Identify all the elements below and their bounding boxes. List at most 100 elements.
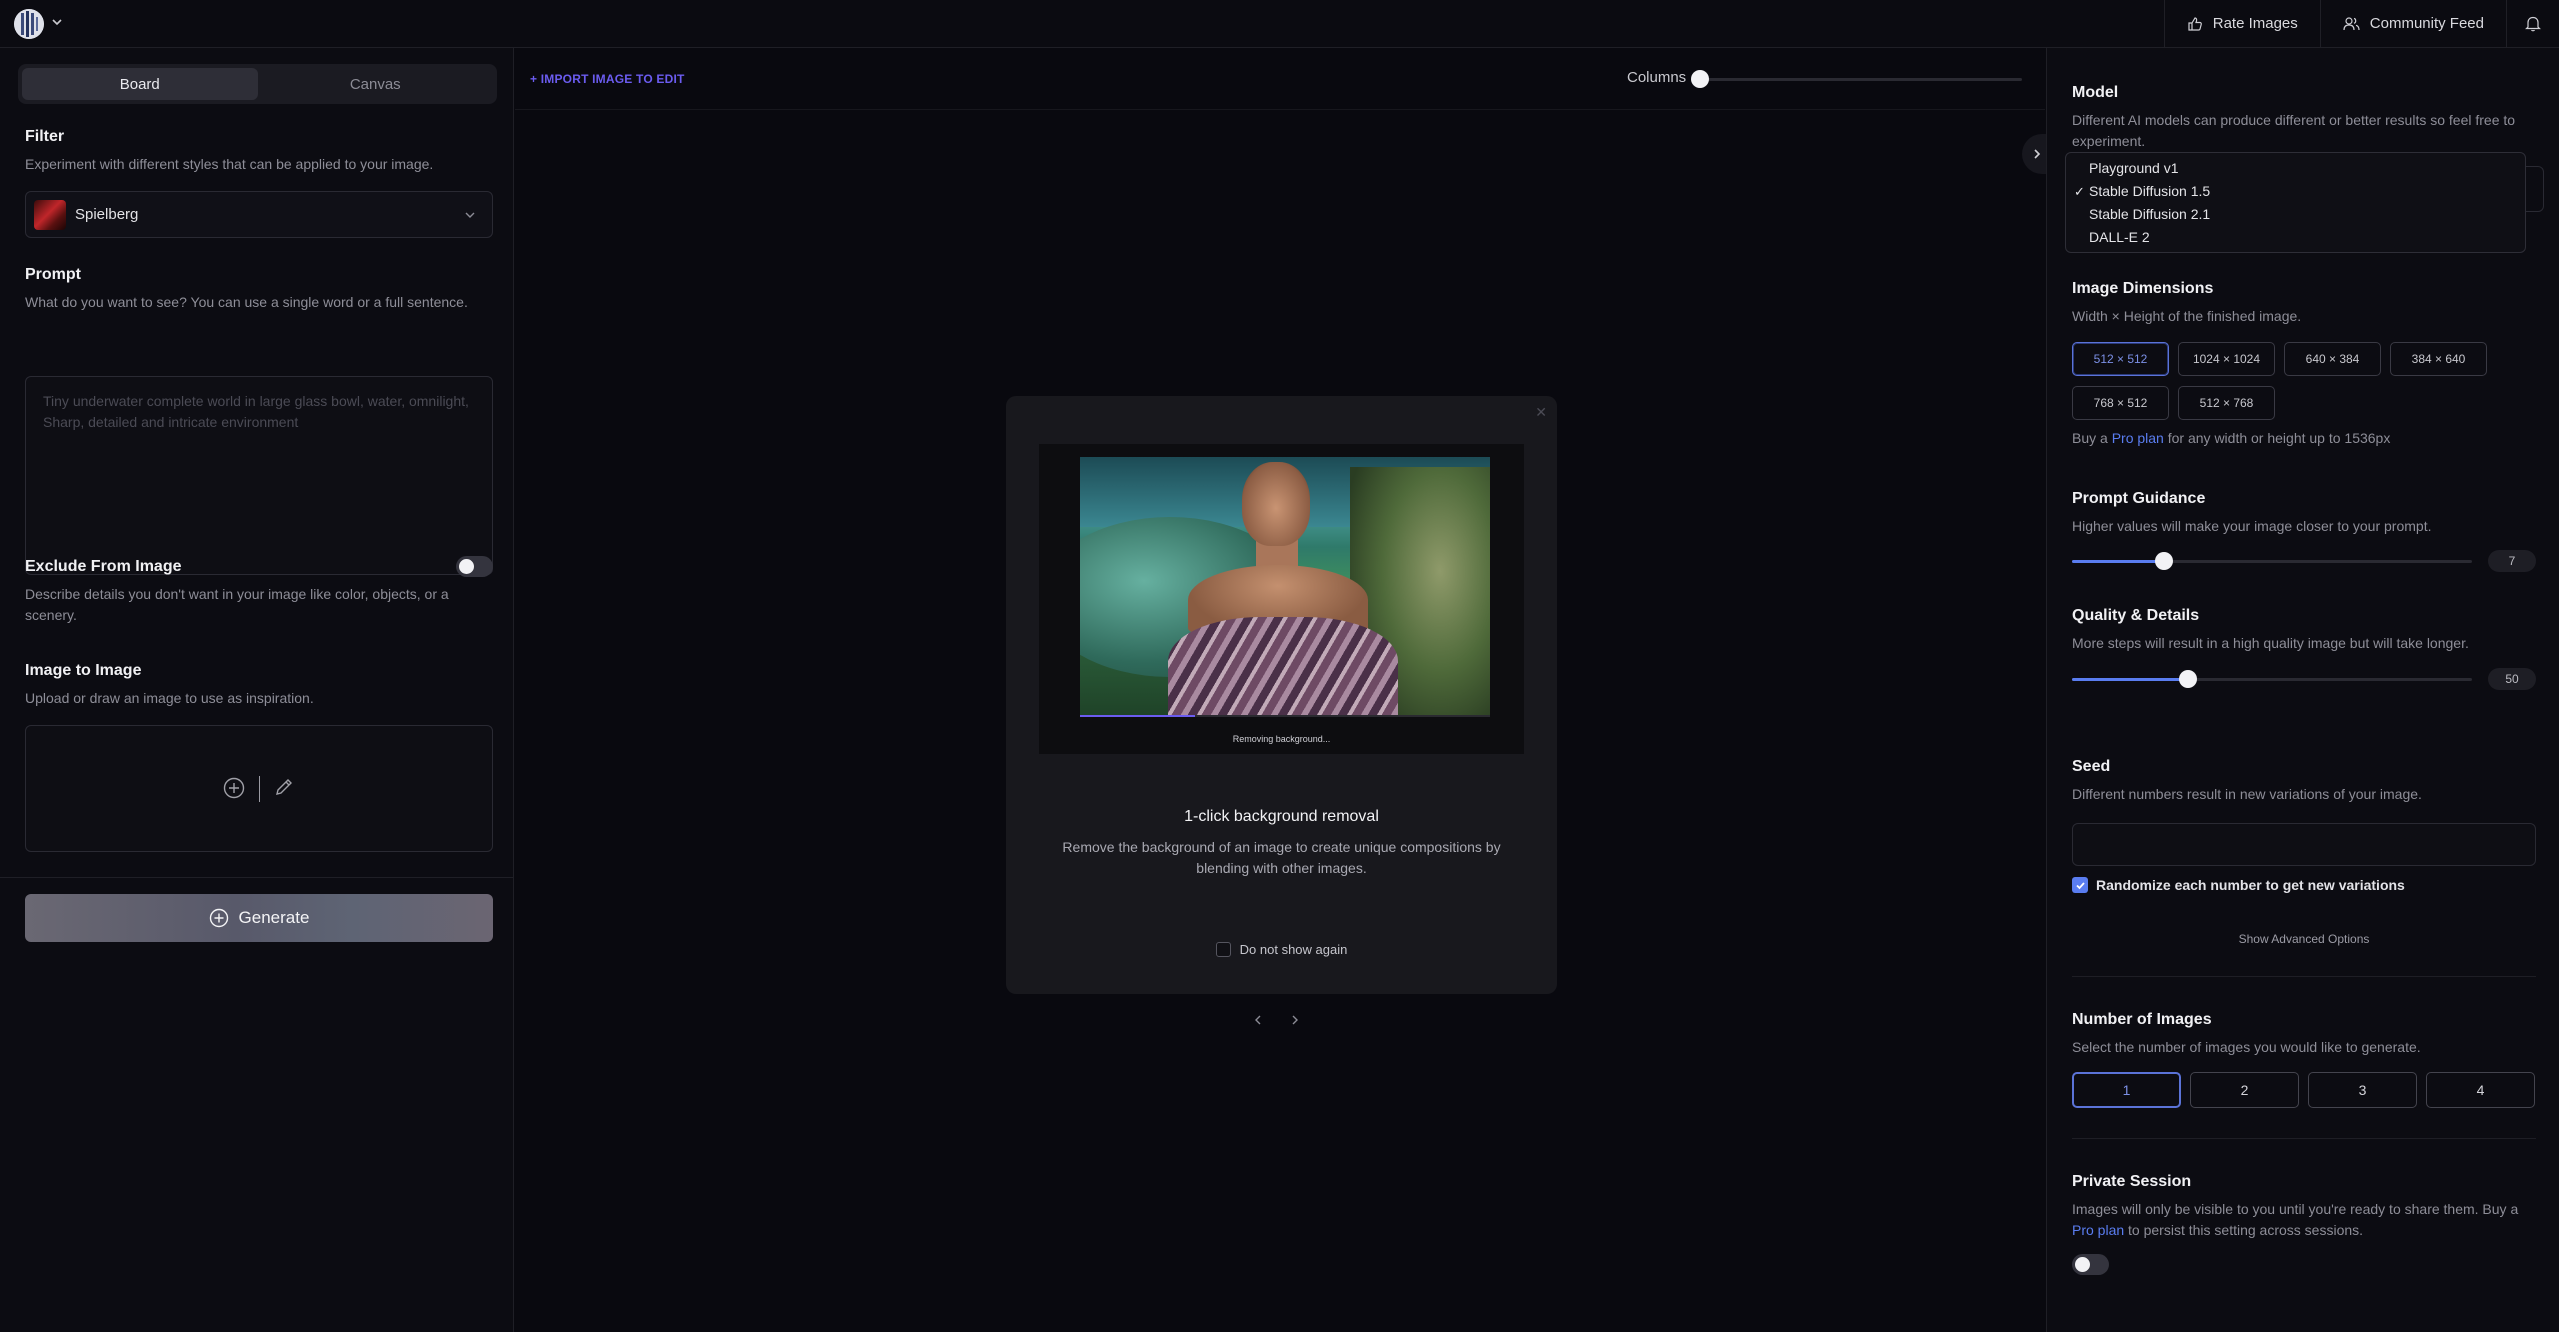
do-not-show-label: Do not show again bbox=[1239, 942, 1348, 957]
demo-photo bbox=[1080, 457, 1490, 715]
num-images-option[interactable]: 2 bbox=[2190, 1072, 2299, 1108]
seed-title: Seed bbox=[2072, 758, 2111, 775]
check-icon: ✓ bbox=[2074, 184, 2085, 199]
filter-selected-label: Spielberg bbox=[75, 206, 139, 223]
plus-circle-icon bbox=[209, 908, 228, 928]
seed-description: Different numbers result in new variatio… bbox=[2072, 786, 2422, 802]
quality-description: More steps will result in a high quality… bbox=[2072, 635, 2469, 651]
chevron-right-icon[interactable] bbox=[1290, 1014, 1300, 1026]
feature-modal: ✕ Removing background... 1-click backgro… bbox=[1006, 396, 1557, 994]
chevron-right-icon bbox=[2034, 149, 2041, 159]
num-images-option[interactable]: 1 bbox=[2072, 1072, 2181, 1108]
dimensions-description: Width × Height of the finished image. bbox=[2072, 308, 2302, 324]
left-divider bbox=[0, 877, 514, 878]
pro-plan-link[interactable]: Pro plan bbox=[2112, 430, 2164, 446]
columns-slider-track[interactable] bbox=[1698, 78, 2022, 81]
randomize-option[interactable]: Randomize each number to get new variati… bbox=[2072, 877, 2405, 893]
pro-plan-link[interactable]: Pro plan bbox=[2072, 1222, 2124, 1238]
filter-thumbnail bbox=[34, 200, 66, 230]
num-images-title: Number of Images bbox=[2072, 1011, 2212, 1028]
dimension-option[interactable]: 384 × 640 bbox=[2390, 342, 2487, 376]
model-option[interactable]: DALL-E 2 bbox=[2066, 226, 2525, 249]
filter-description: Experiment with different styles that ca… bbox=[25, 156, 434, 172]
exclude-title: Exclude From Image bbox=[25, 558, 182, 575]
generate-label: Generate bbox=[238, 908, 310, 927]
board-toolbar: + IMPORT IMAGE TO EDIT Columns bbox=[515, 48, 2045, 110]
randomize-checkbox[interactable] bbox=[2072, 877, 2088, 893]
quality-value: 50 bbox=[2488, 668, 2536, 690]
generate-button[interactable]: Generate bbox=[25, 894, 493, 942]
rate-images-label: Rate Images bbox=[2212, 15, 2298, 32]
dimensions-title: Image Dimensions bbox=[2072, 280, 2214, 297]
guidance-description: Higher values will make your image close… bbox=[2072, 518, 2432, 534]
top-bar: Rate Images Community Feed bbox=[0, 0, 2559, 48]
model-title: Model bbox=[2072, 84, 2119, 101]
dimension-option[interactable]: 1024 × 1024 bbox=[2178, 342, 2275, 376]
model-description: Different AI models can produce differen… bbox=[2072, 112, 2516, 149]
removal-progress-bar bbox=[1080, 715, 1490, 717]
dimension-option[interactable]: 512 × 768 bbox=[2178, 386, 2275, 420]
close-icon[interactable]: ✕ bbox=[1535, 404, 1547, 421]
do-not-show-checkbox[interactable] bbox=[1215, 942, 1231, 957]
guidance-slider-handle[interactable] bbox=[2155, 552, 2173, 570]
do-not-show-again[interactable]: Do not show again bbox=[1006, 942, 1557, 957]
columns-label: Columns bbox=[1627, 69, 1687, 86]
removal-status: Removing background... bbox=[1232, 734, 1331, 744]
board-area: + IMPORT IMAGE TO EDIT Columns ✕ Removin… bbox=[515, 48, 2052, 1332]
randomize-label: Randomize each number to get new variati… bbox=[2096, 877, 2405, 893]
check-icon bbox=[2075, 881, 2085, 889]
prompt-input[interactable]: Tiny underwater complete world in large … bbox=[25, 376, 493, 575]
dimension-option[interactable]: 512 × 512 bbox=[2072, 342, 2169, 376]
community-feed-label: Community Feed bbox=[2369, 15, 2484, 32]
modal-pager bbox=[1253, 1014, 1300, 1026]
image-upload-area bbox=[25, 725, 493, 852]
demo-image-frame: Removing background... bbox=[1039, 444, 1524, 754]
model-select[interactable] bbox=[2526, 166, 2544, 212]
model-option-selected[interactable]: ✓ Stable Diffusion 1.5 bbox=[2066, 180, 2525, 203]
filter-select[interactable]: Spielberg bbox=[25, 191, 493, 238]
thumbs-up-icon bbox=[2188, 16, 2202, 31]
model-dropdown: Playground v1 ✓ Stable Diffusion 1.5 Stab… bbox=[2065, 152, 2526, 253]
num-images-option[interactable]: 3 bbox=[2308, 1072, 2417, 1108]
show-advanced-options-button[interactable]: Show Advanced Options bbox=[2072, 932, 2536, 946]
modal-description: Remove the background of an image to cre… bbox=[1062, 839, 1501, 876]
section-divider bbox=[2072, 976, 2536, 977]
seed-input[interactable] bbox=[2072, 823, 2536, 866]
pencil-icon[interactable] bbox=[274, 777, 294, 797]
dimensions-note: Buy a Pro plan for any width or height u… bbox=[2072, 430, 2391, 446]
quality-slider[interactable] bbox=[2072, 670, 2472, 688]
num-images-description: Select the number of images you would li… bbox=[2072, 1039, 2421, 1055]
community-feed-button[interactable]: Community Feed bbox=[2319, 0, 2506, 47]
exclude-toggle[interactable] bbox=[456, 556, 493, 577]
right-sidebar: Model Different AI models can produce di… bbox=[2046, 48, 2559, 1332]
private-session-title: Private Session bbox=[2072, 1173, 2192, 1190]
exclude-description: Describe details you don't want in your … bbox=[25, 586, 449, 623]
private-session-toggle[interactable] bbox=[2072, 1254, 2109, 1275]
columns-slider-handle[interactable] bbox=[1691, 70, 1709, 88]
chevron-down-icon bbox=[465, 212, 475, 218]
guidance-title: Prompt Guidance bbox=[2072, 490, 2206, 507]
private-session-description: Images will only be visible to you until… bbox=[2072, 1201, 2519, 1238]
add-image-icon[interactable] bbox=[223, 777, 245, 799]
guidance-slider[interactable] bbox=[2072, 552, 2472, 570]
upload-divider bbox=[259, 776, 260, 802]
rate-images-button[interactable]: Rate Images bbox=[2163, 0, 2320, 47]
chevron-down-icon[interactable] bbox=[51, 16, 63, 28]
modal-title: 1-click background removal bbox=[1184, 808, 1379, 825]
guidance-value: 7 bbox=[2488, 550, 2536, 572]
mode-tabs: Board Canvas bbox=[18, 64, 497, 104]
notifications-button[interactable] bbox=[2506, 0, 2559, 47]
num-images-option[interactable]: 4 bbox=[2426, 1072, 2535, 1108]
playground-logo-icon[interactable] bbox=[14, 9, 44, 39]
dimension-option[interactable]: 768 × 512 bbox=[2072, 386, 2169, 420]
model-option[interactable]: Stable Diffusion 2.1 bbox=[2066, 203, 2525, 226]
model-option[interactable]: Playground v1 bbox=[2066, 157, 2525, 180]
chevron-left-icon[interactable] bbox=[1253, 1014, 1263, 1026]
tab-board[interactable]: Board bbox=[22, 68, 258, 100]
tab-canvas[interactable]: Canvas bbox=[258, 68, 494, 100]
import-image-link[interactable]: + IMPORT IMAGE TO EDIT bbox=[530, 72, 685, 86]
filter-title: Filter bbox=[25, 128, 65, 145]
quality-slider-handle[interactable] bbox=[2179, 670, 2197, 688]
dimension-option[interactable]: 640 × 384 bbox=[2284, 342, 2381, 376]
image-to-image-description: Upload or draw an image to use as inspir… bbox=[25, 690, 314, 706]
